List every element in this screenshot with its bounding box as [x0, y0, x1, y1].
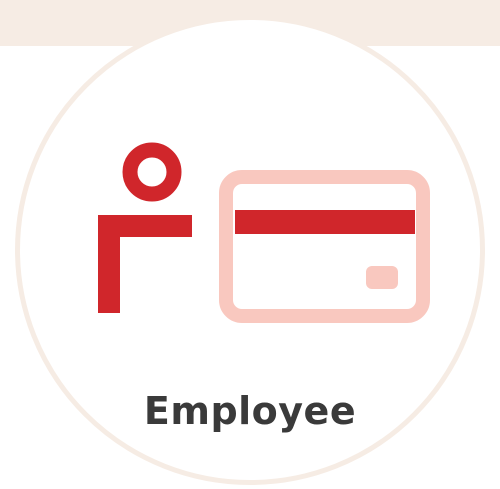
employee-label: Employee: [143, 389, 357, 433]
card-chip: [366, 266, 398, 289]
id-card-icon: [219, 170, 430, 323]
person-icon: [98, 142, 192, 313]
card-stripe: [235, 210, 415, 234]
employee-tile[interactable]: Employee: [0, 0, 500, 489]
